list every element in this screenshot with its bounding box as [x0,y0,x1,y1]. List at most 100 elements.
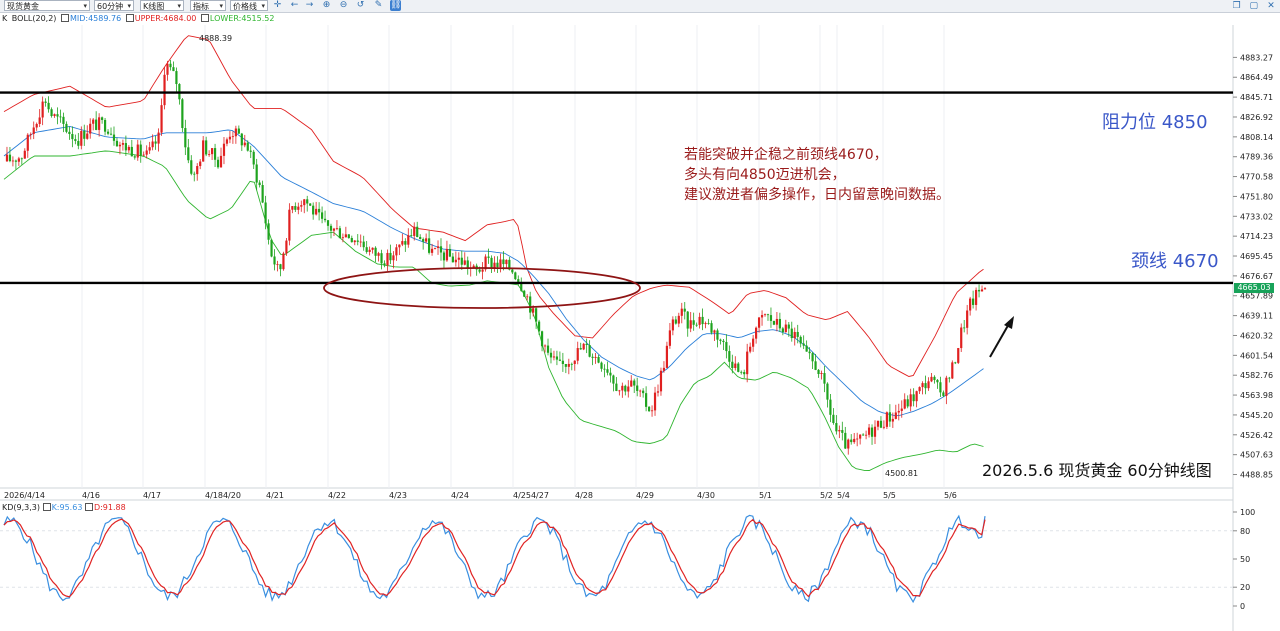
candle-body [41,101,44,118]
candle-body [353,240,356,243]
candle-body [395,247,398,256]
checkbox-icon[interactable] [42,503,51,511]
candle-body [746,351,749,375]
candle-body [838,430,841,432]
x-tick-label: 4/17 [143,491,161,500]
checkbox-icon[interactable] [125,14,134,22]
note-line: 多头有向4850迈进机会， [684,167,846,183]
candle-body [630,380,633,387]
candle-body [749,346,752,352]
candle-body [47,102,50,110]
candle-body [11,160,15,162]
candle-body [876,420,880,427]
candle-body [112,134,116,141]
arrow-left-icon[interactable]: ← [289,0,300,11]
maximize-icon[interactable]: ▢ [1249,1,1259,11]
candle-body [894,412,897,419]
candle-body [297,206,300,210]
candle-body [686,311,689,329]
y-tick-label: 4826.92 [1240,113,1273,122]
y-tick-label: 4657.89 [1240,292,1273,301]
candle-body [656,391,660,393]
candle-body [53,114,56,117]
candle-body [784,324,787,333]
note-line: 建议激进者偏多操作，日内留意晚间数据。 [684,187,950,203]
period-select[interactable]: 60分钟 ▾ [94,0,134,11]
link-icon[interactable]: ⛓ [390,0,401,11]
chart-style-select[interactable]: K线图 ▾ [140,0,184,11]
candle-body [454,259,457,263]
candle-body [903,399,906,409]
candle-body [154,141,157,144]
candle-body [698,316,701,325]
checkbox-icon[interactable] [84,503,93,511]
candle-body [900,408,903,411]
candle-body [600,362,603,369]
candle-body [537,321,541,332]
candle-body [867,427,871,435]
symbol-select[interactable]: 现货黄金 ▾ [4,0,90,11]
close-icon[interactable]: ✕ [1266,1,1276,11]
crosshair-icon[interactable]: ✛ [272,0,283,11]
candle-body [240,133,243,146]
chevron-down-icon: ▾ [261,2,265,10]
candle-body [145,150,148,155]
arrow-right-icon[interactable]: → [304,0,315,11]
candle-body [35,123,38,128]
candle-body [707,323,710,324]
kd-d-item: D:91.88 [84,503,126,512]
candle-body [823,373,826,384]
draw-pen-icon[interactable]: ✎ [373,0,384,11]
candle-body [873,426,877,437]
candle-body [291,206,294,210]
candle-body [757,317,761,328]
indicator-select[interactable]: 指标 ▾ [190,0,226,11]
candle-body [23,150,26,159]
x-tick-label: 5/1 [759,491,772,500]
candle-body [671,319,674,331]
candle-body [252,151,255,165]
boll-upper-item: UPPER:4684.00 [125,14,196,23]
candle-body [885,412,888,427]
candle-body [966,310,969,328]
candle-body [413,226,416,236]
zoom-out-icon[interactable]: ⊖ [338,0,349,11]
candle-body [499,259,502,268]
zoom-in-icon[interactable]: ⊕ [321,0,332,11]
candle-body [897,410,900,413]
candle-body [811,353,814,362]
candle-body [808,351,811,354]
candle-body [847,439,850,449]
candle-body [89,123,92,134]
candle-body [228,136,232,140]
candle-body [888,412,891,422]
candle-body [523,290,526,297]
restore-icon[interactable]: ❐ [1232,1,1242,11]
candle-body [222,143,226,156]
candle-body [127,146,130,151]
candle-body [341,237,344,239]
candle-body [320,212,324,219]
candle-body [332,228,336,231]
checkbox-icon[interactable] [60,14,69,22]
boll-name: BOLL(20,2) [11,14,57,23]
resistance-annotation: 阻力位 4850 [1102,112,1208,133]
candle-body [511,269,514,273]
candle-body [219,155,223,168]
candle-body [86,133,89,139]
y-tick-label: 4676.67 [1240,272,1273,281]
candle-body [374,247,377,256]
x-tick-label: 5/5 [883,491,896,500]
candle-body [38,117,41,124]
candle-body [300,205,303,207]
reset-icon[interactable]: ↺ [355,0,366,11]
price-mode-select[interactable]: 价格线 ▾ [230,0,268,11]
kd-tick-label: 50 [1240,555,1250,564]
candle-body [83,130,86,139]
x-tick-label: 4/28 [575,491,593,500]
candle-body [535,308,538,322]
candle-body [282,253,285,270]
candle-body [615,383,618,391]
candle-body [674,319,677,324]
checkbox-icon[interactable] [200,14,209,22]
